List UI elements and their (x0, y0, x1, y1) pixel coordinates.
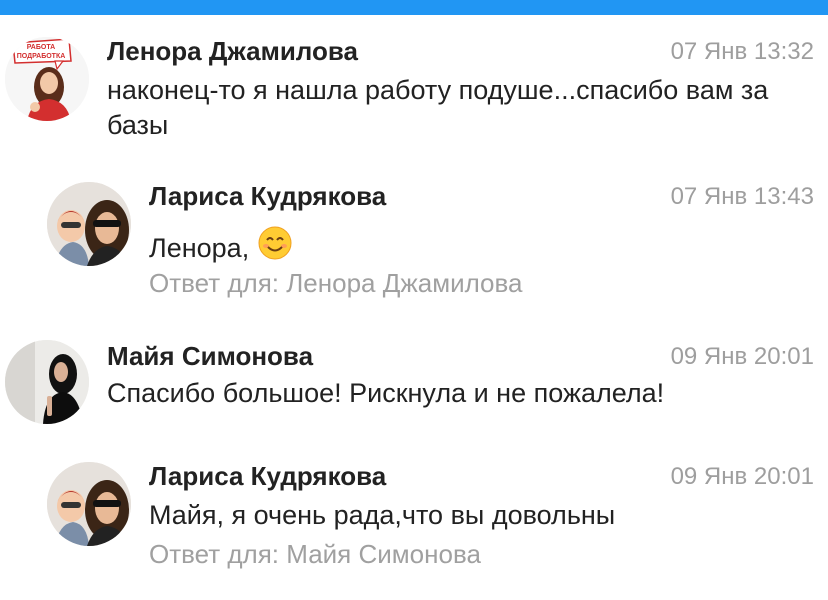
comment-text: Майя, я очень рада,что вы довольны (149, 500, 616, 530)
comment-time: 09 Янв 20:01 (670, 343, 814, 370)
woman-with-sunglasses-and-child-avatar-icon (47, 462, 131, 546)
avatar[interactable] (47, 182, 131, 266)
smiling-face-emoji-icon (257, 225, 293, 270)
woman-in-black-avatar-icon (5, 340, 89, 424)
avatar[interactable]: РАБОТА ПОДРАБОТКА (5, 37, 89, 121)
avatar[interactable] (5, 340, 89, 424)
svg-text:ПОДРАБОТКА: ПОДРАБОТКА (17, 53, 66, 60)
comment-author[interactable]: Лариса Кудрякова (149, 461, 386, 492)
reply-to-link[interactable]: Ответ для: Майя Симонова (149, 539, 481, 570)
comment-author[interactable]: Майя Симонова (107, 341, 313, 372)
woman-in-red-avatar-icon: РАБОТА ПОДРАБОТКА (5, 37, 89, 121)
comment-text: Ленора, (149, 225, 809, 270)
comment-time: 09 Янв 20:01 (670, 463, 814, 490)
comment-time: 07 Янв 13:32 (670, 38, 814, 65)
comment-text: Спасибо большое! Рискнула и не пожалела! (107, 378, 665, 408)
comment-time: 07 Янв 13:43 (670, 183, 814, 210)
reply-to-link[interactable]: Ответ для: Ленора Джамилова (149, 268, 523, 299)
avatar[interactable] (47, 462, 131, 546)
comment-text: наконец-то я нашла работу подуше...спаси… (107, 75, 769, 140)
comment-author[interactable]: Ленора Джамилова (107, 36, 358, 67)
woman-with-sunglasses-and-child-avatar-icon (47, 182, 131, 266)
comment-author[interactable]: Лариса Кудрякова (149, 181, 386, 212)
comment-text-content: Ленора, (149, 233, 250, 263)
svg-text:РАБОТА: РАБОТА (27, 44, 55, 51)
top-status-bar (0, 0, 828, 15)
